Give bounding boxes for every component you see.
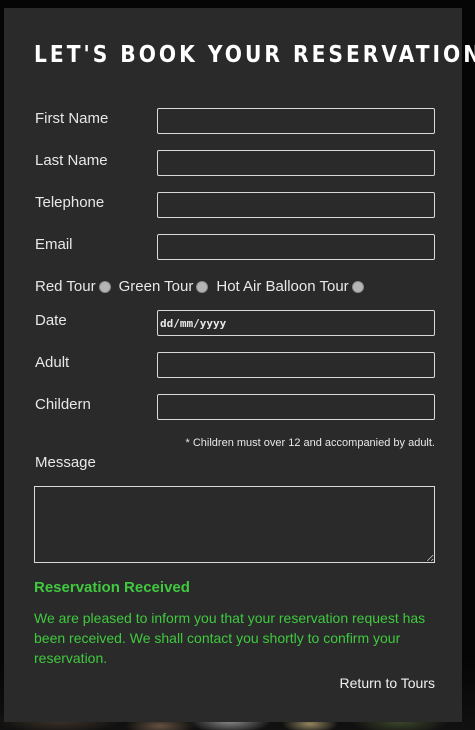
tour-option-balloon-radio[interactable]: [351, 280, 364, 293]
tour-option-green[interactable]: Green Tour: [119, 278, 209, 295]
date-placeholder: dd/mm/yyyy: [160, 316, 227, 330]
tour-option-balloon[interactable]: Hot Air Balloon Tour: [216, 278, 364, 295]
tour-option-red[interactable]: Red Tour: [35, 278, 111, 295]
first-name-input[interactable]: [157, 108, 435, 134]
children-input[interactable]: [157, 394, 435, 420]
children-note: * Children must over 12 and accompanied …: [185, 437, 435, 449]
tour-option-red-radio[interactable]: [98, 280, 111, 293]
page-title: LET'S BOOK YOUR RESERVATION!: [34, 42, 475, 68]
last-name-input[interactable]: [157, 150, 435, 176]
return-to-tours-link[interactable]: Return to Tours: [340, 675, 435, 691]
adult-input[interactable]: [157, 352, 435, 378]
status-title: Reservation Received: [34, 579, 190, 596]
adult-label: Adult: [35, 354, 70, 371]
tour-options: Red Tour Green Tour Hot Air Balloon Tour: [35, 278, 372, 295]
email-input[interactable]: [157, 234, 435, 260]
tour-option-green-label: Green Tour: [118, 278, 194, 295]
telephone-label: Telephone: [35, 194, 105, 211]
reservation-panel: LET'S BOOK YOUR RESERVATION! First Name …: [4, 8, 475, 722]
children-label: Childern: [35, 396, 91, 413]
telephone-input[interactable]: [157, 192, 435, 218]
message-textarea[interactable]: [34, 486, 435, 563]
date-label: Date: [35, 312, 67, 329]
status-message: We are pleased to inform you that your r…: [34, 610, 426, 666]
email-label: Email: [35, 236, 73, 253]
tour-option-green-radio[interactable]: [196, 280, 209, 293]
first-name-label: First Name: [35, 110, 109, 127]
last-name-label: Last Name: [35, 152, 108, 169]
message-label: Message: [35, 454, 96, 471]
date-input[interactable]: dd/mm/yyyy: [157, 310, 435, 336]
tour-option-red-label: Red Tour: [35, 278, 96, 295]
tour-option-balloon-label: Hot Air Balloon Tour: [216, 278, 349, 295]
